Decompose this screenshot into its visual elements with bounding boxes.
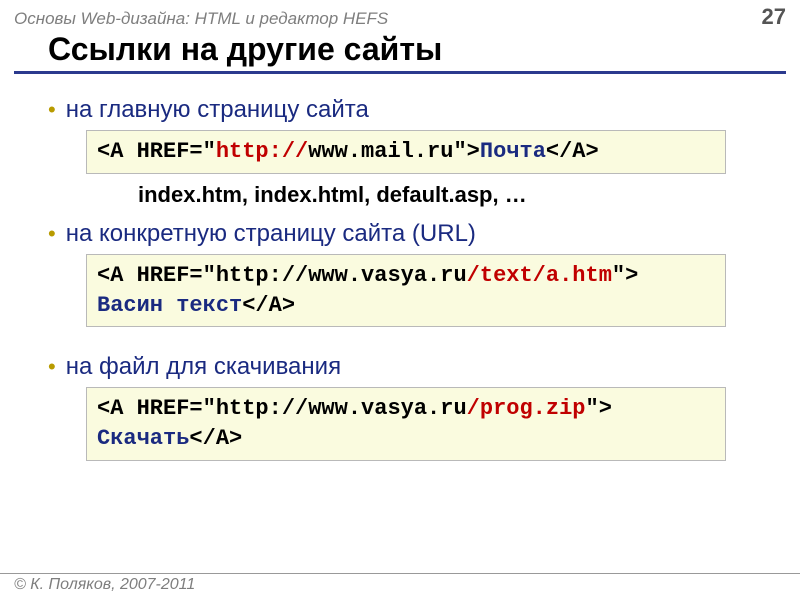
code-text: </A> bbox=[242, 293, 295, 318]
code-text: "> bbox=[586, 396, 612, 421]
code-text: <A HREF=" bbox=[97, 139, 216, 164]
code-linktext: Почта bbox=[480, 139, 546, 164]
code-linktext: Скачать bbox=[97, 426, 189, 451]
slide-content: • на главную страницу сайта <A HREF="htt… bbox=[0, 74, 800, 460]
slide-footer: © К. Поляков, 2007-2011 bbox=[0, 573, 800, 594]
bullet-text: на главную страницу сайта bbox=[66, 96, 369, 124]
bullet-icon: • bbox=[48, 353, 56, 381]
bullet-specific-page: • на конкретную страницу сайта (URL) bbox=[48, 220, 800, 248]
slide-title: Ссылки на другие сайты bbox=[14, 32, 786, 74]
bullet-text: на конкретную страницу сайта (URL) bbox=[66, 220, 476, 248]
code-text: </A> bbox=[189, 426, 242, 451]
title-wrap: Ссылки на другие сайты bbox=[0, 30, 800, 74]
code-text: </A> bbox=[546, 139, 599, 164]
code-example-3: <A HREF="http://www.vasya.ru/prog.zip"> … bbox=[86, 387, 726, 460]
code-text: www.mail.ru"> bbox=[308, 139, 480, 164]
code-text: "> bbox=[612, 263, 638, 288]
bullet-download-file: • на файл для скачивания bbox=[48, 353, 800, 381]
index-note: index.htm, index.html, default.asp, … bbox=[138, 182, 800, 208]
bullet-icon: • bbox=[48, 96, 56, 124]
code-example-1: <A HREF="http://www.mail.ru">Почта</A> bbox=[86, 130, 726, 174]
slide: Основы Web-дизайна: HTML и редактор HEFS… bbox=[0, 0, 800, 600]
code-text: <A HREF="http://www.vasya.ru bbox=[97, 263, 467, 288]
course-name: Основы Web-дизайна: HTML и редактор HEFS bbox=[14, 9, 388, 29]
code-path: /text/a.htm bbox=[467, 263, 612, 288]
code-protocol: http:// bbox=[216, 139, 308, 164]
bullet-icon: • bbox=[48, 220, 56, 248]
top-bar: Основы Web-дизайна: HTML и редактор HEFS… bbox=[0, 0, 800, 30]
bullet-text: на файл для скачивания bbox=[66, 353, 341, 381]
code-text: <A HREF="http://www.vasya.ru bbox=[97, 396, 467, 421]
code-linktext: Васин текст bbox=[97, 293, 242, 318]
code-path: /prog.zip bbox=[467, 396, 586, 421]
code-example-2: <A HREF="http://www.vasya.ru/text/a.htm"… bbox=[86, 254, 726, 327]
bullet-main-page: • на главную страницу сайта bbox=[48, 96, 800, 124]
page-number: 27 bbox=[762, 4, 786, 30]
